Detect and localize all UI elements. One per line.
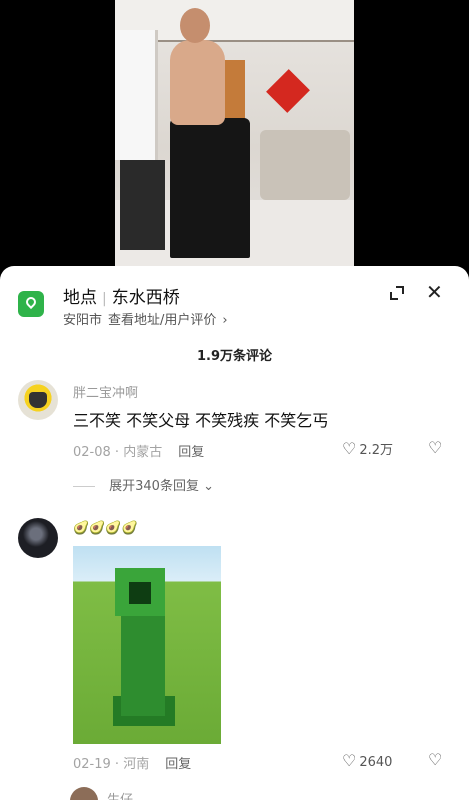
location-pin-icon [18, 291, 44, 317]
like-count: 2.2万 [359, 443, 394, 458]
comment-emoji-text: 🥑🥑🥑🥑 [73, 521, 138, 536]
video-cabinet [120, 160, 165, 250]
expand-replies-button[interactable]: 展开340条回复 ⌄ [73, 475, 214, 494]
video-person-legs [170, 118, 250, 258]
like-button[interactable]: ♡ 2.2万 [342, 439, 393, 458]
video-frame[interactable] [115, 0, 354, 268]
creeper-face [129, 582, 151, 604]
comment-sheet: 地点 | 东水西桥 安阳市 查看地址/用户评价 › ✕ 1.9万条评论 胖二宝冲啊 三不… [0, 266, 469, 800]
comment-meta: 02-19 · 河南 回复 [73, 757, 192, 772]
comment-region: 河南 [123, 757, 150, 772]
comment-meta: 02-08 · 内蒙古 回复 [73, 445, 205, 460]
comment-date: 02-19 [73, 757, 111, 772]
like-count: 2640 [359, 755, 393, 770]
video-person-head [180, 8, 210, 43]
avatar[interactable] [18, 518, 58, 558]
creeper-body [121, 606, 165, 716]
avatar-face [29, 392, 47, 408]
video-window [115, 30, 158, 160]
expand-replies-label: 展开340条回复 [109, 479, 199, 494]
dislike-icon[interactable]: ♡ [428, 438, 442, 457]
dislike-icon[interactable]: ♡ [428, 750, 442, 769]
avatar[interactable] [18, 380, 58, 420]
comment-username[interactable]: 胖二宝冲啊 [73, 382, 138, 401]
video-decoration [266, 69, 310, 113]
comment-date: 02-08 [73, 445, 111, 460]
location-links: 查看地址/用户评价 [108, 313, 217, 328]
location-separator: | [102, 291, 107, 307]
like-button[interactable]: ♡ 2640 [342, 751, 392, 770]
avatar[interactable] [70, 787, 98, 800]
location-subtitle[interactable]: 安阳市 查看地址/用户评价 › [63, 309, 234, 328]
location-name: 东水西桥 [111, 288, 180, 308]
expand-icon[interactable] [388, 284, 406, 302]
reply-button[interactable]: 回复 [178, 445, 204, 460]
location-city: 安阳市 [63, 313, 103, 328]
comments-count: 1.9万条评论 [196, 349, 273, 364]
heart-icon: ♡ [342, 439, 357, 458]
heart-icon: ♡ [342, 751, 357, 770]
location-arrow-icon: › [222, 313, 228, 328]
location-title[interactable]: 地点 | 东水西桥 [63, 283, 180, 308]
video-sofa [260, 130, 350, 200]
chevron-down-icon: ⌄ [203, 479, 215, 494]
location-label: 地点 [63, 288, 97, 308]
close-icon[interactable]: ✕ [426, 282, 443, 302]
comment-region: 内蒙古 [123, 445, 163, 460]
video-person-body [170, 40, 225, 125]
reply-button[interactable]: 回复 [165, 757, 191, 772]
comment-image[interactable] [73, 546, 221, 744]
video-area[interactable] [0, 0, 469, 268]
comment-username[interactable]: 生仔 [107, 789, 133, 800]
comment-text: 三不笑 不笑父母 不笑残疾 不笑乞丐 [73, 411, 329, 430]
